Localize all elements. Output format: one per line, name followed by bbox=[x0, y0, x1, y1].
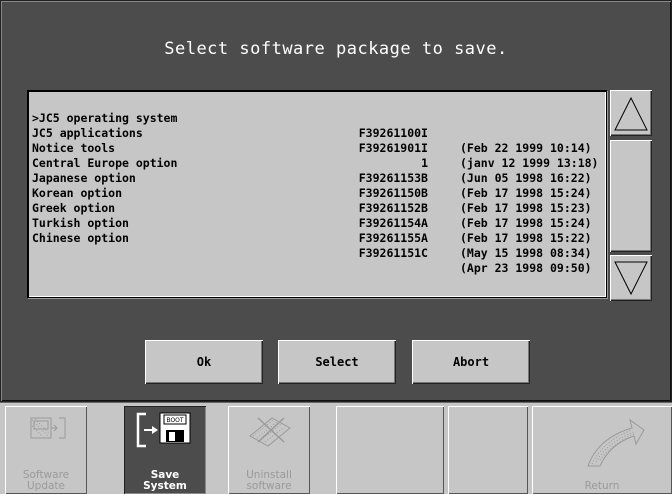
list-item[interactable]: JC5 applications F39261901I (janv 12 199… bbox=[32, 111, 604, 170]
up-arrow-icon bbox=[614, 96, 648, 131]
list-item[interactable]: Japanese option F39261150B (Feb 17 1998 … bbox=[32, 156, 604, 215]
select-button[interactable]: Select bbox=[278, 340, 396, 384]
package-list[interactable]: >JC5 operating system F39261100I (Feb 22… bbox=[27, 90, 607, 298]
uninstall-software-button[interactable]: Uninstall software bbox=[228, 406, 310, 494]
list-item[interactable]: >JC5 operating system F39261100I (Feb 22… bbox=[32, 96, 604, 155]
scroll-up-button[interactable] bbox=[610, 90, 652, 136]
list-item[interactable]: Turkish option F39261155A (May 15 1998 0… bbox=[32, 201, 604, 260]
return-arrow-icon bbox=[587, 418, 645, 467]
abort-button[interactable]: Abort bbox=[412, 340, 530, 384]
list-item[interactable]: Greek option F39261154A (Feb 17 1998 15:… bbox=[32, 186, 604, 245]
list-item[interactable]: Korean option F39261152B (Feb 17 1998 15… bbox=[32, 171, 604, 230]
package-date: (Apr 23 1998 09:50) bbox=[460, 261, 592, 275]
software-update-icon bbox=[30, 417, 66, 439]
save-system-icon: BOOT bbox=[136, 412, 191, 448]
package-code: F39261155A bbox=[358, 231, 428, 245]
software-update-button[interactable]: Software Update bbox=[5, 406, 87, 494]
return-button[interactable]: Return bbox=[532, 406, 672, 494]
save-package-dialog: Select software package to save. >JC5 op… bbox=[0, 0, 672, 402]
bottom-toolbar: Software Update BOOT Save System Uninsta… bbox=[0, 402, 672, 494]
list-item[interactable]: Central Europe option F39261153B (Feb 17… bbox=[32, 141, 604, 200]
list-item[interactable]: Chinese option F39261151C (Apr 23 1998 0… bbox=[32, 216, 604, 275]
scroll-thumb[interactable] bbox=[610, 140, 652, 252]
empty-toolbar-slot bbox=[336, 406, 444, 494]
package-date: (May 15 1998 08:34) bbox=[460, 246, 592, 260]
svg-text:BOOT: BOOT bbox=[166, 417, 183, 424]
uninstall-software-icon bbox=[249, 417, 291, 447]
ok-button[interactable]: Ok bbox=[145, 340, 263, 384]
scroll-down-button[interactable] bbox=[610, 255, 652, 301]
tool-label-line2: Update bbox=[26, 480, 66, 492]
package-date: (Feb 17 1998 15:22) bbox=[460, 231, 592, 245]
down-arrow-icon bbox=[614, 261, 648, 296]
save-system-button[interactable]: BOOT Save System bbox=[124, 406, 206, 494]
package-code: F39261151C bbox=[358, 246, 428, 260]
list-item[interactable]: Notice tools 1 (Jun 05 1998 16:22) bbox=[32, 126, 604, 185]
tool-label-line2: software bbox=[246, 480, 292, 492]
dialog-title: Select software package to save. bbox=[164, 39, 508, 59]
package-name: Chinese option bbox=[32, 231, 129, 245]
tool-label-line2: System bbox=[143, 480, 187, 492]
empty-toolbar-slot bbox=[448, 406, 528, 494]
tool-label-line2: Return bbox=[584, 480, 620, 492]
